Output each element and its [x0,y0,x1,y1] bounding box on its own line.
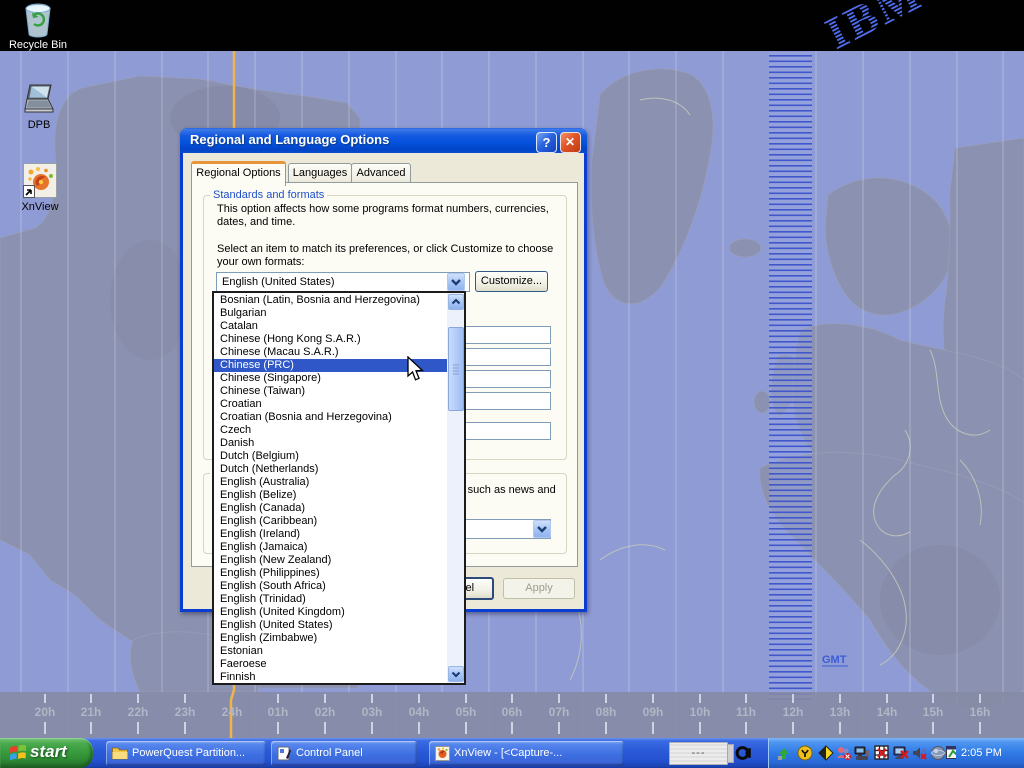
svg-text:02h: 02h [315,705,336,719]
svg-text:14h: 14h [877,705,898,719]
svg-text:07h: 07h [549,705,570,719]
svg-text:13h: 13h [830,705,851,719]
svg-text:11h: 11h [736,705,756,719]
svg-text:22h: 22h [128,705,149,719]
svg-text:05h: 05h [456,705,477,719]
svg-text:03h: 03h [362,705,383,719]
svg-text:08h: 08h [596,705,617,719]
svg-text:04h: 04h [409,705,430,719]
svg-text:10h: 10h [690,705,711,719]
svg-text:GMT: GMT [822,654,847,666]
svg-text:16h: 16h [970,705,991,719]
svg-text:01h: 01h [268,705,289,719]
svg-text:23h: 23h [175,705,196,719]
svg-text:12h: 12h [783,705,804,719]
svg-text:24h: 24h [222,705,243,719]
svg-text:06h: 06h [502,705,523,719]
svg-text:15h: 15h [923,705,944,719]
svg-text:09h: 09h [643,705,664,719]
svg-text:21h: 21h [81,705,102,719]
svg-text:20h: 20h [35,705,56,719]
